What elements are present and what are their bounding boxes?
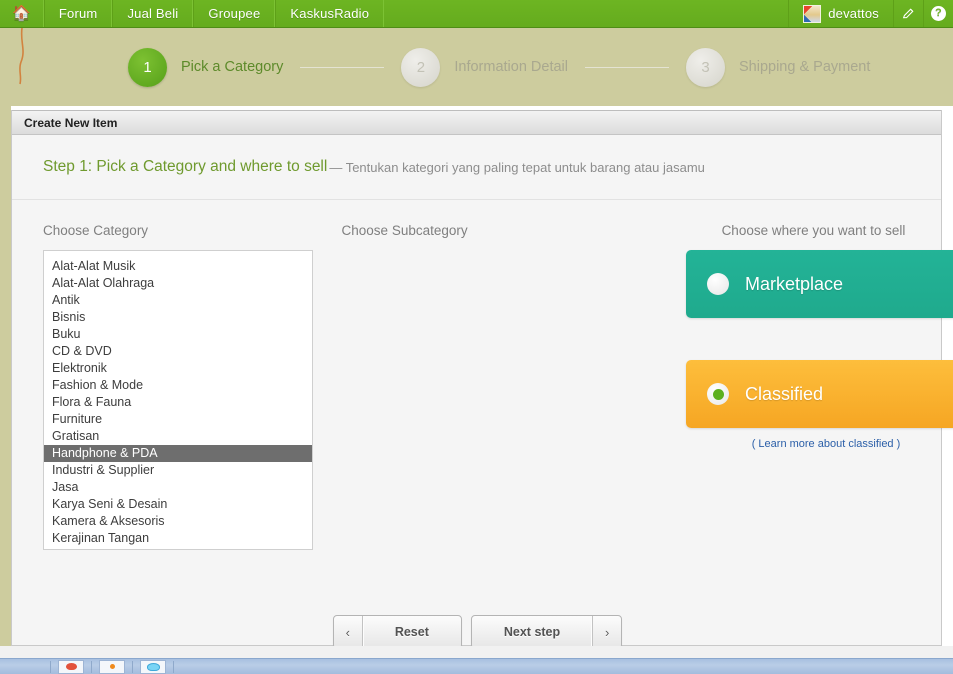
category-column: Choose Category Alat-Alat Musik Alat-Alat… bbox=[12, 223, 342, 550]
step-indicator: 1 Pick a Category 2 Information Detail 3… bbox=[128, 28, 870, 106]
next-step-chevron-button[interactable]: › bbox=[592, 616, 621, 648]
nav-home-button[interactable]: 🏠 bbox=[0, 0, 44, 27]
category-list-item[interactable]: Buku bbox=[44, 326, 312, 343]
category-list-item[interactable]: Kamera & Aksesoris bbox=[44, 513, 312, 530]
next-button-group: Next step › bbox=[470, 615, 623, 649]
quick-launch-tray bbox=[44, 659, 180, 674]
radio-unselected-icon[interactable] bbox=[707, 273, 729, 295]
next-step-button[interactable]: Next step bbox=[472, 616, 592, 648]
step-3[interactable]: 3 Shipping & Payment bbox=[686, 47, 871, 87]
category-list-item[interactable]: Alat-Alat Musik bbox=[44, 258, 312, 275]
category-list-item[interactable]: Handphone & PDA bbox=[44, 445, 312, 462]
page-root: 🏠 Forum Jual Beli Groupee KaskusRadio de… bbox=[0, 0, 953, 674]
left-background-strip bbox=[0, 106, 11, 651]
sell-option-label: Classified bbox=[745, 383, 824, 404]
category-list-item[interactable]: Industri & Supplier bbox=[44, 462, 312, 479]
radio-selected-icon[interactable] bbox=[707, 383, 729, 405]
nav-item-groupee[interactable]: Groupee bbox=[193, 0, 276, 27]
step-1[interactable]: 1 Pick a Category bbox=[128, 47, 284, 87]
nav-item-label: KaskusRadio bbox=[290, 6, 370, 21]
nav-user-group: devattos ? bbox=[788, 0, 953, 27]
choose-sell-location-label: Choose where you want to sell bbox=[721, 223, 906, 238]
nav-item-label: Forum bbox=[58, 6, 98, 21]
choose-subcategory-label: Choose Subcategory bbox=[341, 223, 468, 238]
page-subtitle: — Tentukan kategori yang paling tepat un… bbox=[329, 159, 705, 175]
reset-button[interactable]: Reset bbox=[363, 616, 461, 648]
nav-item-forum[interactable]: Forum bbox=[43, 0, 113, 27]
pencil-icon bbox=[902, 8, 914, 19]
learn-more-link[interactable]: ( Learn more about classified ) bbox=[686, 438, 953, 450]
tray-separator bbox=[132, 660, 133, 673]
category-list-item[interactable]: Bisnis bbox=[44, 309, 312, 326]
compose-button[interactable] bbox=[893, 0, 923, 27]
taskbar-browser-icon[interactable] bbox=[58, 659, 84, 674]
category-list-item[interactable]: Kerajinan Tangan bbox=[44, 530, 312, 547]
sell-location-column: Choose where you want to sell Marketplac… bbox=[686, 223, 953, 550]
panel-title: Create New Item bbox=[24, 115, 118, 130]
category-list-item[interactable]: Karya Seni & Desain bbox=[44, 496, 312, 513]
choose-category-label: Choose Category bbox=[43, 223, 149, 238]
step-connector bbox=[585, 66, 669, 68]
home-icon: 🏠 bbox=[12, 5, 31, 22]
subcategory-column: Choose Subcategory bbox=[342, 223, 686, 550]
category-list-item[interactable]: CD & DVD bbox=[44, 343, 312, 360]
category-list-item[interactable]: Gratisan bbox=[44, 428, 312, 445]
category-listbox[interactable]: Alat-Alat Musik Alat-Alat Olahraga Antik Bi… bbox=[43, 250, 313, 550]
columns-wrapper: Choose Category Alat-Alat Musik Alat-Alat… bbox=[12, 200, 953, 550]
step-label: Information Detail bbox=[454, 59, 568, 75]
step-heading-row: Step 1: Pick a Category and where to sel… bbox=[12, 135, 941, 200]
step-connector bbox=[300, 66, 385, 68]
radio-dot bbox=[712, 388, 724, 400]
avatar bbox=[803, 4, 822, 23]
page-bottom-gap bbox=[0, 646, 953, 658]
nav-item-jual-beli[interactable]: Jual Beli bbox=[112, 0, 194, 27]
nav-item-label: Groupee bbox=[208, 6, 261, 21]
question-mark-icon: ? bbox=[931, 6, 946, 21]
help-button[interactable]: ? bbox=[923, 0, 953, 27]
category-list-item[interactable]: Antik bbox=[44, 292, 312, 309]
username-label: devattos bbox=[828, 6, 879, 21]
create-item-panel: Create New Item Step 1: Pick a Category … bbox=[11, 110, 953, 649]
tray-separator bbox=[50, 660, 51, 673]
tray-separator bbox=[173, 660, 174, 673]
category-list-item[interactable]: Furniture bbox=[44, 411, 312, 428]
category-list-item[interactable]: Jasa bbox=[44, 479, 312, 496]
category-list-item[interactable]: Flora & Fauna bbox=[44, 394, 312, 411]
sell-option-classified[interactable]: Classified bbox=[686, 360, 953, 428]
reset-button-group: ‹ Reset bbox=[332, 615, 462, 649]
page-title: Step 1: Pick a Category and where to sel… bbox=[43, 158, 328, 175]
step-label: Shipping & Payment bbox=[739, 59, 871, 75]
step-2[interactable]: 2 Information Detail bbox=[401, 47, 568, 87]
tray-separator bbox=[91, 660, 92, 673]
panel-header: Create New Item bbox=[12, 110, 941, 135]
nav-item-kaskusradio[interactable]: KaskusRadio bbox=[275, 0, 385, 27]
step-label: Pick a Category bbox=[181, 59, 284, 75]
stepper-band: 1 Pick a Category 2 Information Detail 3… bbox=[0, 28, 953, 106]
top-navigation-bar: 🏠 Forum Jual Beli Groupee KaskusRadio de… bbox=[0, 0, 953, 28]
nav-item-label: Jual Beli bbox=[127, 6, 179, 21]
nav-links-group: 🏠 Forum Jual Beli Groupee KaskusRadio bbox=[0, 0, 385, 27]
category-list-item[interactable]: Fashion & Mode bbox=[44, 377, 312, 394]
step-number-badge: 1 bbox=[128, 47, 167, 87]
category-list-item[interactable]: Alat-Alat Olahraga bbox=[44, 275, 312, 292]
decorative-squiggle-icon bbox=[19, 28, 24, 85]
footer-button-row: ‹ Reset Next step › bbox=[12, 615, 943, 649]
taskbar-messenger-icon[interactable] bbox=[99, 659, 125, 674]
step-number-badge: 3 bbox=[686, 47, 725, 87]
user-menu-button[interactable]: devattos bbox=[788, 0, 893, 27]
sell-option-label: Marketplace bbox=[745, 273, 844, 294]
os-taskbar bbox=[0, 658, 953, 674]
category-list-item[interactable]: Elektronik bbox=[44, 360, 312, 377]
taskbar-media-icon[interactable] bbox=[140, 659, 166, 674]
sell-option-marketplace[interactable]: Marketplace bbox=[686, 250, 953, 318]
previous-step-button[interactable]: ‹ bbox=[334, 616, 363, 648]
step-number-badge: 2 bbox=[401, 47, 441, 87]
